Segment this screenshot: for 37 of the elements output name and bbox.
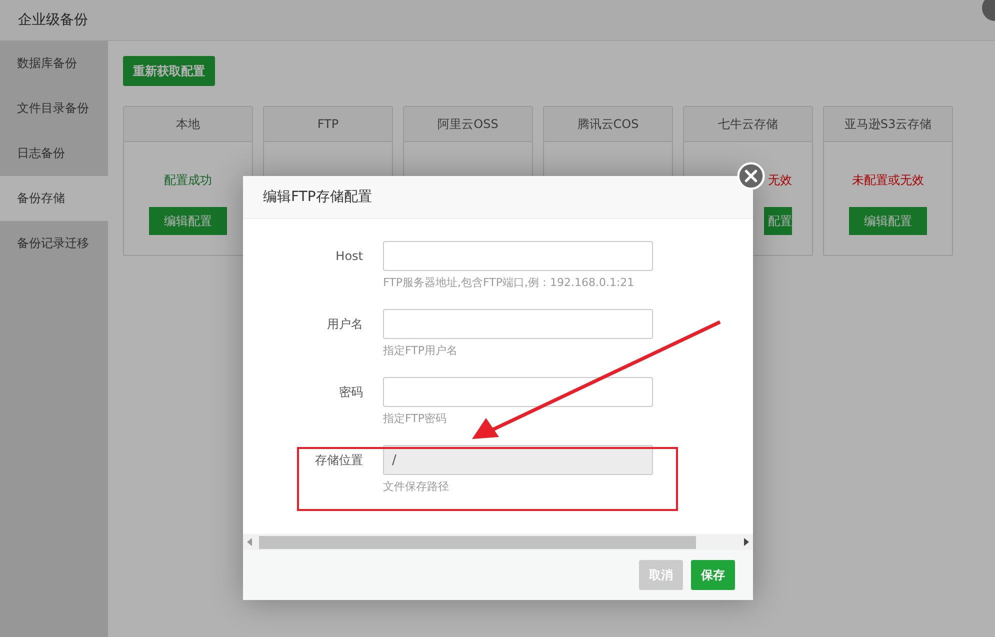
window-title: 企业级备份: [18, 11, 88, 29]
sidebar-item[interactable]: 日志备份: [0, 131, 108, 176]
field-hint: 文件保存路径: [383, 479, 450, 494]
scroll-left-icon[interactable]: [247, 538, 253, 546]
input-field[interactable]: [383, 377, 653, 407]
edit-config-button[interactable]: 配置: [764, 207, 792, 235]
edit-config-button[interactable]: 编辑配置: [849, 207, 927, 235]
horizontal-scrollbar[interactable]: [243, 534, 753, 550]
field-label: 用户名: [326, 316, 363, 333]
status-text: 无效: [768, 172, 792, 189]
field-hint: FTP服务器地址,包含FTP端口,例：192.168.0.1:21: [383, 275, 636, 290]
field-label: 密码: [338, 384, 363, 401]
scrollbar-thumb[interactable]: [259, 536, 696, 548]
edit-config-button[interactable]: 编辑配置: [149, 207, 227, 235]
field-label: Host: [334, 248, 363, 265]
card-title: 七牛云存储: [684, 107, 812, 142]
status-text: 配置成功: [164, 172, 212, 189]
sidebar-item[interactable]: 备份存储: [0, 176, 108, 221]
card-title: FTP: [264, 107, 392, 142]
input-field[interactable]: [383, 309, 653, 339]
card-title: 阿里云OSS: [404, 107, 532, 142]
field-hint: 指定FTP用户名: [383, 343, 458, 358]
scroll-right-icon[interactable]: [743, 538, 749, 546]
input-field[interactable]: /: [383, 445, 653, 475]
field-label: 存储位置: [314, 452, 363, 469]
sidebar-item[interactable]: 数据库备份: [0, 41, 108, 86]
save-button[interactable]: 保存: [691, 560, 735, 590]
sidebar-item[interactable]: 文件目录备份: [0, 86, 108, 131]
status-text: 未配置或无效: [852, 172, 924, 189]
sidebar-item[interactable]: 备份记录迁移: [0, 221, 108, 266]
refresh-config-button[interactable]: 重新获取配置: [123, 56, 215, 86]
dialog-title: 编辑FTP存储配置: [263, 188, 372, 206]
card-title: 腾讯云COS: [544, 107, 672, 142]
card-title: 本地: [124, 107, 252, 142]
field-hint: 指定FTP密码: [383, 411, 448, 426]
card-title: 亚马逊S3云存储: [824, 107, 952, 142]
input-field[interactable]: [383, 241, 653, 271]
